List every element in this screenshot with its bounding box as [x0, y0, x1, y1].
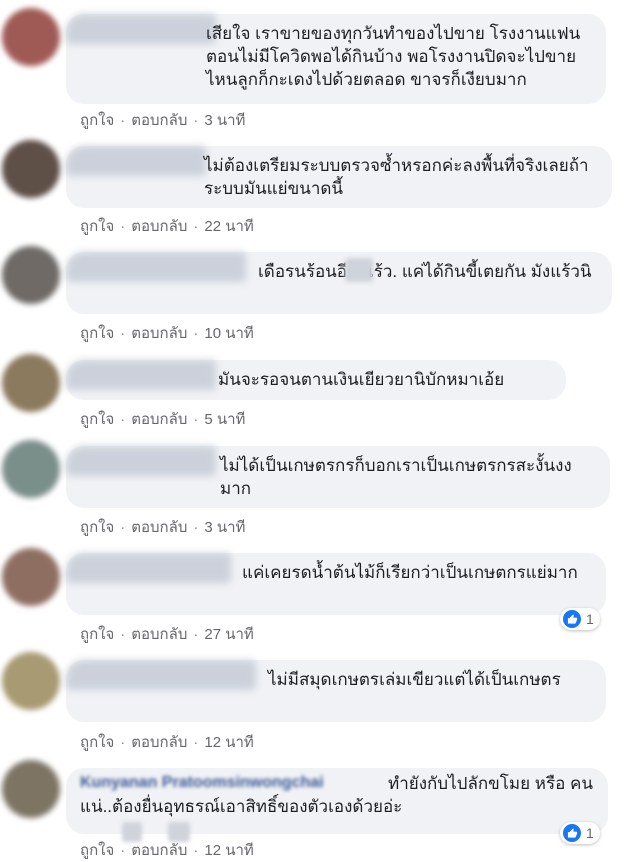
- thumbs-up-icon: [563, 610, 581, 628]
- author-name[interactable]: Kunyanan Pratoomsinwongchai: [80, 774, 324, 792]
- separator: ·: [193, 325, 199, 342]
- avatar[interactable]: [2, 246, 60, 304]
- comment-meta: ถูกใจ · ตอบกลับ · 12 นาที: [80, 838, 254, 862]
- reply-link[interactable]: ตอบกลับ: [131, 112, 187, 129]
- separator: ·: [120, 218, 126, 235]
- separator: ·: [193, 842, 199, 859]
- comment-meta: ถูกใจ · ตอบกลับ · 22 นาที: [80, 214, 254, 238]
- reaction-number: 1: [586, 611, 594, 627]
- avatar[interactable]: [2, 760, 60, 818]
- like-link[interactable]: ถูกใจ: [80, 112, 114, 129]
- separator: ·: [120, 519, 126, 536]
- like-link[interactable]: ถูกใจ: [80, 842, 114, 859]
- comment-bubble: มันจะรอจนตานเงินเยียวยานิบักหมาเอ้ย: [66, 360, 566, 400]
- comment-meta: ถูกใจ · ตอบกลับ · 12 นาที: [80, 730, 254, 754]
- reply-link[interactable]: ตอบกลับ: [131, 218, 187, 235]
- avatar[interactable]: [2, 440, 60, 498]
- reply-link[interactable]: ตอบกลับ: [131, 626, 187, 643]
- avatar[interactable]: [2, 548, 60, 606]
- timestamp: 12 นาที: [204, 842, 254, 859]
- like-link[interactable]: ถูกใจ: [80, 519, 114, 536]
- timestamp: 12 นาที: [204, 734, 254, 751]
- separator: ·: [193, 218, 199, 235]
- separator: ·: [193, 112, 199, 129]
- comment-meta: ถูกใจ · ตอบกลับ · 3 นาที: [80, 108, 245, 132]
- comment-text: ไม่มีสมุดเกษตรเล่มเขียวแต่ได้เป็นเกษตร: [268, 670, 561, 689]
- separator: ·: [120, 626, 126, 643]
- timestamp: 10 นาที: [204, 325, 254, 342]
- like-link[interactable]: ถูกใจ: [80, 411, 114, 428]
- like-link[interactable]: ถูกใจ: [80, 734, 114, 751]
- comment-meta: ถูกใจ · ตอบกลับ · 3 นาที: [80, 515, 245, 539]
- reply-link[interactable]: ตอบกลับ: [131, 411, 187, 428]
- like-link[interactable]: ถูกใจ: [80, 218, 114, 235]
- avatar[interactable]: [2, 140, 60, 198]
- reaction-count[interactable]: 1: [560, 608, 600, 630]
- comment-meta: ถูกใจ · ตอบกลับ · 10 นาที: [80, 321, 254, 345]
- reaction-count[interactable]: 1: [560, 822, 600, 844]
- comment-bubble: แค่เคยรดน้ำต้นไม้ก็เรียกว่าเป็นเกษตกรแย่…: [66, 553, 606, 615]
- separator: ·: [120, 842, 126, 859]
- avatar[interactable]: [2, 354, 60, 412]
- reply-link[interactable]: ตอบกลับ: [131, 842, 187, 859]
- reply-link[interactable]: ตอบกลับ: [131, 734, 187, 751]
- reaction-number: 1: [586, 825, 594, 841]
- text-redaction: [345, 258, 373, 282]
- separator: ·: [120, 734, 126, 751]
- thumbs-up-icon: [563, 824, 581, 842]
- reply-link[interactable]: ตอบกลับ: [131, 325, 187, 342]
- timestamp: 3 นาที: [204, 112, 246, 129]
- timestamp: 22 นาที: [204, 218, 254, 235]
- separator: ·: [120, 411, 126, 428]
- timestamp: 27 นาที: [204, 626, 254, 643]
- avatar[interactable]: [2, 652, 60, 710]
- comment-text: เดือรนร้อนอีต แร้ว. แค่ได้กินขี้เตยกัน ม…: [258, 262, 592, 281]
- comment-meta: ถูกใจ · ตอบกลับ · 27 นาที: [80, 622, 254, 646]
- timestamp: 5 นาที: [204, 411, 246, 428]
- avatar[interactable]: [2, 8, 60, 66]
- like-link[interactable]: ถูกใจ: [80, 626, 114, 643]
- comment-bubble: เดือรนร้อนอีต แร้ว. แค่ได้กินขี้เตยกัน ม…: [66, 252, 612, 314]
- comment-text: ไม่ได้เป็นเกษตรกรก็บอกเราเป็นเกษตรกรสะงั…: [220, 456, 572, 498]
- comment-text: เสียใจ เราขายของทุกวันทำของไปขาย โรงงานแ…: [206, 24, 581, 89]
- separator: ·: [193, 626, 199, 643]
- comment-bubble: เสียใจ เราขายของทุกวันทำของไปขาย โรงงานแ…: [66, 14, 606, 104]
- separator: ·: [120, 325, 126, 342]
- separator: ·: [193, 411, 199, 428]
- comment-meta: ถูกใจ · ตอบกลับ · 5 นาที: [80, 407, 245, 431]
- separator: ·: [120, 112, 126, 129]
- separator: ·: [193, 519, 199, 536]
- comment-bubble: ไม่ต้องเตรียมระบบตรวจซ้ำหรอกค่ะลงพื้นที่…: [66, 146, 612, 208]
- timestamp: 3 นาที: [204, 519, 246, 536]
- comment-bubble: ไม่ได้เป็นเกษตรกรก็บอกเราเป็นเกษตรกรสะงั…: [66, 446, 610, 508]
- comment-text: แค่เคยรดน้ำต้นไม้ก็เรียกว่าเป็นเกษตกรแย่…: [242, 563, 578, 582]
- reply-link[interactable]: ตอบกลับ: [131, 519, 187, 536]
- separator: ·: [193, 734, 199, 751]
- comment-text: ไม่ต้องเตรียมระบบตรวจซ้ำหรอกค่ะลงพื้นที่…: [204, 156, 589, 198]
- comment-bubble: ไม่มีสมุดเกษตรเล่มเขียวแต่ได้เป็นเกษตร: [66, 660, 606, 722]
- comment-text: มันจะรอจนตานเงินเยียวยานิบักหมาเอ้ย: [218, 370, 505, 389]
- like-link[interactable]: ถูกใจ: [80, 325, 114, 342]
